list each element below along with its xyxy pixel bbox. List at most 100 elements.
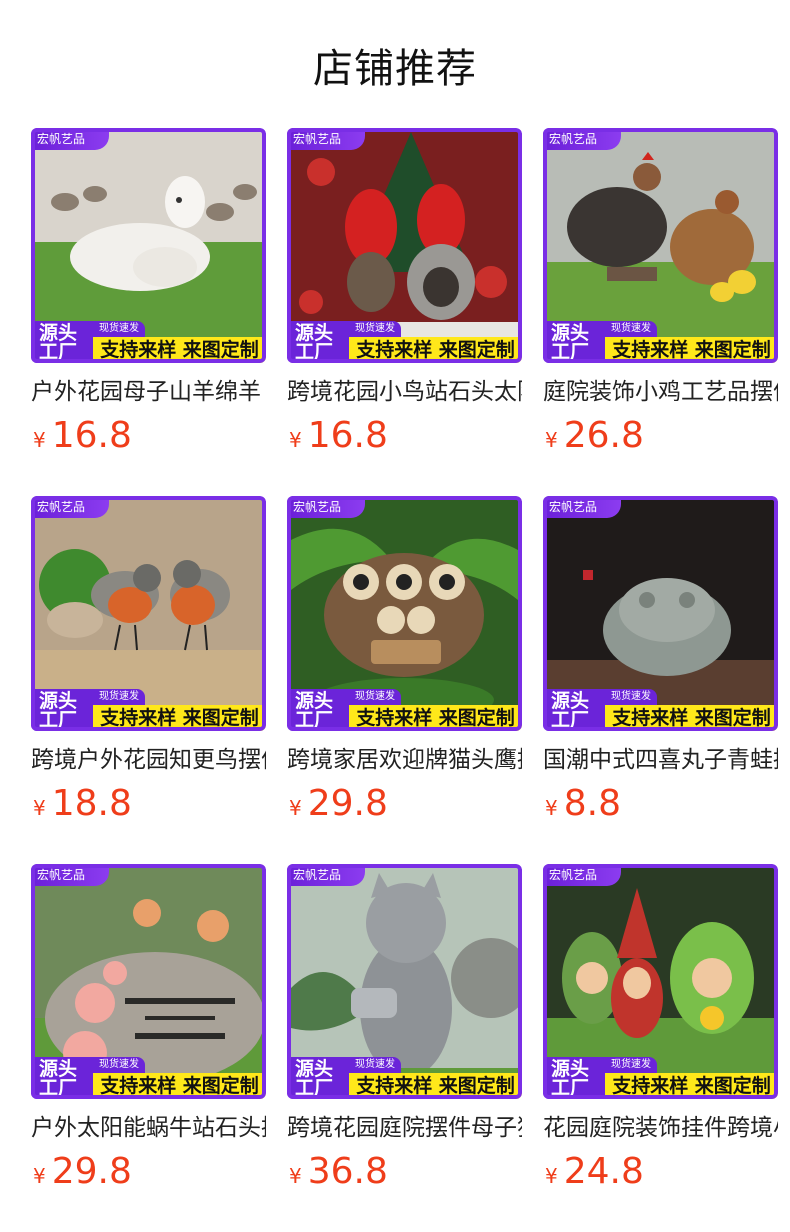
spot-ship-tag: 现货速发 bbox=[605, 689, 657, 705]
currency-symbol: ¥ bbox=[33, 796, 46, 820]
spot-ship-tag: 现货速发 bbox=[605, 321, 657, 337]
promo-banner: 源头 工厂 现货速发 支持来样 来图定制 bbox=[31, 321, 266, 363]
promo-banner: 源头 工厂 现货速发 支持来样 来图定制 bbox=[31, 1057, 266, 1099]
brand-tag: 宏帆艺品 bbox=[287, 128, 365, 150]
product-name[interactable]: 户外太阳能蜗牛站石头摆件 bbox=[31, 1112, 266, 1144]
promo-banner: 源头 工厂 现货速发 支持来样 来图定制 bbox=[543, 321, 778, 363]
product-card[interactable]: 宏帆艺品源头 工厂 现货速发 支持来样 来图定制跨境户外花园知更鸟摆件 ¥18.8 bbox=[31, 496, 266, 826]
product-name[interactable]: 跨境花园小鸟站石头太阳能灯 bbox=[287, 376, 522, 408]
brand-tag: 宏帆艺品 bbox=[543, 128, 621, 150]
product-image[interactable]: 宏帆艺品源头 工厂 现货速发 支持来样 来图定制 bbox=[543, 128, 778, 363]
promo-banner: 源头 工厂 现货速发 支持来样 来图定制 bbox=[287, 689, 522, 731]
source-factory-tag: 源头 工厂 bbox=[287, 321, 349, 363]
custom-order-tag: 支持来样 来图定制 bbox=[605, 705, 778, 731]
product-image[interactable]: 宏帆艺品源头 工厂 现货速发 支持来样 来图定制 bbox=[543, 864, 778, 1099]
product-card[interactable]: 宏帆艺品源头工厂现货速发支持来样 来图定制花园庭院装饰挂件跨境小矮人 ¥24.8 bbox=[543, 864, 778, 1194]
product-card[interactable]: 宏帆艺品源头 工厂 现货速发 支持来样 来图定制跨境花园庭院摆件母子猫 ¥36.8 bbox=[287, 864, 522, 1194]
product-image[interactable]: 宏帆艺品源头 工厂 现货速发 支持来样 来图定制 bbox=[31, 864, 266, 1099]
product-name[interactable]: 花园庭院装饰挂件跨境小矮人 bbox=[543, 1112, 778, 1144]
source-factory-tag: 源头 工厂 bbox=[543, 1057, 605, 1099]
page-title: 店铺推荐 bbox=[313, 46, 477, 92]
brand-tag: 宏帆艺品 bbox=[287, 864, 365, 886]
product-image[interactable]: 宏帆艺品源头 工厂 现货速发 支持来样 来图定制 bbox=[287, 496, 522, 731]
spot-ship-tag: 现货速发 bbox=[93, 1057, 145, 1073]
product-card[interactable]: 宏帆艺品源头工厂现货速发支持来样 来图定制国潮中式四喜丸子青蛙摆件 ¥8.8 bbox=[543, 496, 778, 826]
product-price: ¥16.8 bbox=[33, 415, 132, 456]
price-value: 18.8 bbox=[51, 783, 132, 824]
currency-symbol: ¥ bbox=[545, 1164, 558, 1188]
product-image[interactable]: 宏帆艺品源头 工厂 现货速发 支持来样 来图定制 bbox=[543, 496, 778, 731]
price-value: 16.8 bbox=[51, 415, 132, 456]
spot-ship-tag: 现货速发 bbox=[93, 689, 145, 705]
price-value: 26.8 bbox=[563, 415, 644, 456]
currency-symbol: ¥ bbox=[33, 1164, 46, 1188]
currency-symbol: ¥ bbox=[289, 796, 302, 820]
promo-banner: 源头 工厂 现货速发 支持来样 来图定制 bbox=[31, 689, 266, 731]
product-price: ¥16.8 bbox=[289, 415, 388, 456]
spot-ship-tag: 现货速发 bbox=[93, 321, 145, 337]
price-value: 8.8 bbox=[563, 783, 621, 824]
promo-banner: 源头 工厂 现货速发 支持来样 来图定制 bbox=[543, 689, 778, 731]
product-card[interactable]: 宏帆艺品源头工厂现货速发支持来样 来图定制跨境家居欢迎牌猫头鹰摆件 ¥29.8 bbox=[287, 496, 522, 826]
source-factory-tag: 源头 工厂 bbox=[287, 689, 349, 731]
product-image[interactable]: 宏帆艺品源头 工厂 现货速发 支持来样 来图定制 bbox=[31, 496, 266, 731]
custom-order-tag: 支持来样 来图定制 bbox=[349, 337, 522, 363]
product-card[interactable]: 宏帆艺品源头工厂现货速发支持来样 来图定制跨境花园小鸟站石头太阳能灯 ¥16.8 bbox=[287, 128, 522, 458]
spot-ship-tag: 现货速发 bbox=[605, 1057, 657, 1073]
product-card[interactable]: 宏帆艺品源头 工厂 现货速发 支持来样 来图定制庭院装饰小鸡工艺品摆件 ¥26.8 bbox=[543, 128, 778, 458]
product-price: ¥29.8 bbox=[289, 783, 388, 824]
currency-symbol: ¥ bbox=[545, 428, 558, 452]
brand-tag: 宏帆艺品 bbox=[31, 496, 109, 518]
promo-banner: 源头 工厂 现货速发 支持来样 来图定制 bbox=[543, 1057, 778, 1099]
product-image[interactable]: 宏帆艺品源头 工厂 现货速发 支持来样 来图定制 bbox=[287, 864, 522, 1099]
product-image[interactable]: 宏帆艺品源头 工厂 现货速发 支持来样 来图定制 bbox=[287, 128, 522, 363]
product-name[interactable]: 庭院装饰小鸡工艺品摆件 bbox=[543, 376, 778, 408]
product-price: ¥36.8 bbox=[289, 1151, 388, 1192]
brand-tag: 宏帆艺品 bbox=[287, 496, 365, 518]
price-value: 29.8 bbox=[51, 1151, 132, 1192]
custom-order-tag: 支持来样 来图定制 bbox=[605, 337, 778, 363]
brand-tag: 宏帆艺品 bbox=[543, 864, 621, 886]
brand-tag: 宏帆艺品 bbox=[31, 864, 109, 886]
spot-ship-tag: 现货速发 bbox=[349, 689, 401, 705]
custom-order-tag: 支持来样 来图定制 bbox=[93, 1073, 266, 1099]
custom-order-tag: 支持来样 来图定制 bbox=[93, 705, 266, 731]
custom-order-tag: 支持来样 来图定制 bbox=[349, 1073, 522, 1099]
spot-ship-tag: 现货速发 bbox=[349, 1057, 401, 1073]
promo-banner: 源头 工厂 现货速发 支持来样 来图定制 bbox=[287, 1057, 522, 1099]
product-price: ¥24.8 bbox=[545, 1151, 644, 1192]
source-factory-tag: 源头 工厂 bbox=[31, 321, 93, 363]
currency-symbol: ¥ bbox=[289, 428, 302, 452]
promo-banner: 源头 工厂 现货速发 支持来样 来图定制 bbox=[287, 321, 522, 363]
brand-tag: 宏帆艺品 bbox=[543, 496, 621, 518]
product-name[interactable]: 跨境家居欢迎牌猫头鹰摆件 bbox=[287, 744, 522, 776]
source-factory-tag: 源头 工厂 bbox=[543, 689, 605, 731]
product-price: ¥26.8 bbox=[545, 415, 644, 456]
product-name[interactable]: 跨境户外花园知更鸟摆件 bbox=[31, 744, 266, 776]
currency-symbol: ¥ bbox=[289, 1164, 302, 1188]
custom-order-tag: 支持来样 来图定制 bbox=[349, 705, 522, 731]
source-factory-tag: 源头 工厂 bbox=[543, 321, 605, 363]
custom-order-tag: 支持来样 来图定制 bbox=[93, 337, 266, 363]
price-value: 29.8 bbox=[307, 783, 388, 824]
product-name[interactable]: 国潮中式四喜丸子青蛙摆件 bbox=[543, 744, 778, 776]
product-image[interactable]: 宏帆艺品源头 工厂 现货速发 支持来样 来图定制 bbox=[31, 128, 266, 363]
product-card[interactable]: 宏帆艺品源头 工厂 现货速发 支持来样 来图定制户外花园母子山羊绵羊 ¥16.8 bbox=[31, 128, 266, 458]
product-name[interactable]: 跨境花园庭院摆件母子猫 bbox=[287, 1112, 522, 1144]
price-value: 16.8 bbox=[307, 415, 388, 456]
price-value: 36.8 bbox=[307, 1151, 388, 1192]
source-factory-tag: 源头 工厂 bbox=[287, 1057, 349, 1099]
product-price: ¥29.8 bbox=[33, 1151, 132, 1192]
brand-tag: 宏帆艺品 bbox=[31, 128, 109, 150]
currency-symbol: ¥ bbox=[545, 796, 558, 820]
custom-order-tag: 支持来样 来图定制 bbox=[605, 1073, 778, 1099]
product-price: ¥18.8 bbox=[33, 783, 132, 824]
source-factory-tag: 源头 工厂 bbox=[31, 1057, 93, 1099]
product-name[interactable]: 户外花园母子山羊绵羊 bbox=[31, 376, 266, 408]
source-factory-tag: 源头 工厂 bbox=[31, 689, 93, 731]
product-price: ¥8.8 bbox=[545, 783, 621, 824]
currency-symbol: ¥ bbox=[33, 428, 46, 452]
spot-ship-tag: 现货速发 bbox=[349, 321, 401, 337]
price-value: 24.8 bbox=[563, 1151, 644, 1192]
product-card[interactable]: 宏帆艺品源头工厂现货速发支持来样 来图定制户外太阳能蜗牛站石头摆件 ¥29.8 bbox=[31, 864, 266, 1194]
